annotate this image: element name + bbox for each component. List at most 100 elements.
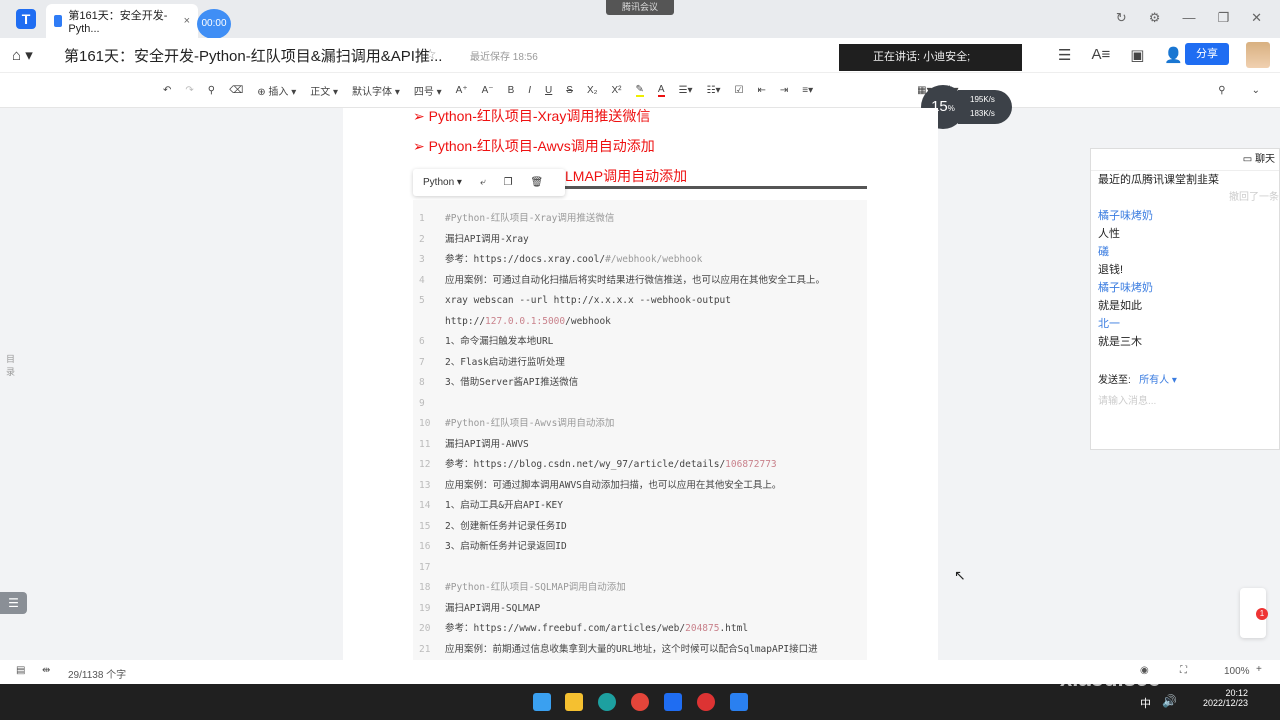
code-token: 应用案例：前期通过信息收集拿到大量的URL地址，这个时候可以配合SqlmapAP… bbox=[445, 643, 818, 655]
font-color-icon[interactable]: A bbox=[657, 84, 665, 97]
line-number: 4 bbox=[419, 274, 425, 286]
language-select[interactable]: Python ▾ bbox=[423, 177, 462, 188]
subscript-icon[interactable]: X₂ bbox=[587, 85, 598, 96]
chat-nickname[interactable]: 北一 bbox=[1091, 315, 1279, 333]
refresh-icon[interactable]: ↻ bbox=[1116, 10, 1127, 26]
heading-sqlmap: LMAP调用自动添加 bbox=[565, 168, 688, 184]
close-icon[interactable]: ✕ bbox=[1251, 10, 1262, 26]
delete-icon[interactable]: 🗑 bbox=[531, 177, 544, 188]
superscript-icon[interactable]: X² bbox=[612, 85, 622, 96]
chrome-icon[interactable] bbox=[631, 693, 649, 711]
code-text: 3、启动新任务并记录返回ID bbox=[445, 537, 567, 558]
present-icon[interactable]: ▣ bbox=[1130, 46, 1144, 64]
font-grow-icon[interactable]: A⁺ bbox=[456, 85, 468, 96]
font-select[interactable]: 默认字体 ▾ bbox=[352, 83, 400, 98]
line-number: 5 bbox=[419, 295, 425, 306]
fullscreen-icon[interactable]: ⛶ bbox=[1180, 665, 1187, 676]
word-count[interactable]: 29/1138 个字 bbox=[68, 666, 126, 681]
highlight-icon[interactable]: ✎ bbox=[635, 84, 644, 97]
app-logo-icon[interactable]: T bbox=[16, 9, 36, 29]
collaborators-icon[interactable]: 👤 bbox=[1164, 46, 1183, 64]
outline-view-icon[interactable]: ▤ bbox=[16, 665, 25, 676]
star-icon[interactable]: ☆ bbox=[424, 46, 437, 63]
floating-helper[interactable]: 1 bbox=[1240, 588, 1268, 638]
line-number bbox=[413, 312, 445, 333]
checklist-icon[interactable]: ☑ bbox=[735, 85, 744, 96]
tencent-docs-icon[interactable] bbox=[664, 693, 682, 711]
copy-icon[interactable]: ❐ bbox=[504, 177, 513, 188]
format-painter-icon[interactable]: ⚲ bbox=[208, 85, 215, 96]
italic-icon[interactable]: I bbox=[528, 85, 531, 96]
code-block-toolbar: Python ▾ ⤶ ❐ 🗑 bbox=[413, 169, 565, 196]
document-tab[interactable]: 第161天：安全开发-Pyth... × bbox=[46, 4, 198, 38]
toc-toggle[interactable]: 目录 bbox=[6, 352, 20, 378]
meeting-indicator[interactable]: 腾讯会议 bbox=[606, 0, 674, 15]
code-text: 3、借助Server酱API推送微信 bbox=[445, 373, 578, 394]
wrap-icon[interactable]: ⤶ bbox=[480, 177, 486, 188]
avatar[interactable] bbox=[1246, 42, 1270, 68]
start-icon[interactable] bbox=[533, 693, 551, 711]
code-token: http:// bbox=[445, 315, 486, 327]
page-view-icon[interactable]: ⇹ bbox=[42, 665, 50, 676]
timer-badge[interactable]: 00:00 bbox=[197, 9, 231, 39]
meeting-app-icon[interactable] bbox=[730, 693, 748, 711]
recipient-select[interactable]: 所有人 ▾ bbox=[1139, 375, 1177, 386]
font-shrink-icon[interactable]: A⁻ bbox=[482, 85, 494, 96]
outline-icon[interactable]: ☰ bbox=[0, 592, 27, 614]
line-number: 2 bbox=[419, 233, 425, 245]
line-number: 10 bbox=[419, 418, 431, 429]
date: 2022/12/23 bbox=[1202, 698, 1248, 708]
chat-nickname[interactable]: 礒 bbox=[1091, 243, 1279, 261]
line-number: 14 bbox=[419, 500, 431, 511]
indent-icon[interactable]: ⇥ bbox=[780, 85, 788, 96]
redo-icon[interactable]: ↷ bbox=[185, 85, 193, 96]
align-icon[interactable]: ≡▾ bbox=[802, 85, 813, 96]
underline-icon[interactable]: U bbox=[545, 85, 552, 96]
code-line: 18 #Python-红队项目-SQLMAP调用自动添加 bbox=[413, 578, 867, 599]
menu-icon[interactable]: ☰ bbox=[1058, 46, 1071, 64]
code-token: 应用案例：可通过脚本调用AWVS自动添加扫描，也可以应用在其他安全工具上。 bbox=[445, 479, 782, 491]
search-icon[interactable]: ⚲ bbox=[1218, 85, 1225, 96]
document-title[interactable]: 第161天：安全开发-Python-红队项目&漏扫调用&API推... bbox=[64, 45, 442, 66]
zoom-level[interactable]: 100% bbox=[1224, 666, 1250, 677]
bold-icon[interactable]: B bbox=[508, 85, 515, 96]
gear-icon[interactable]: ⚙ bbox=[1149, 10, 1161, 26]
file-explorer-icon[interactable] bbox=[565, 693, 583, 711]
outdent-icon[interactable]: ⇤ bbox=[758, 85, 766, 96]
close-tab-icon[interactable]: × bbox=[184, 15, 190, 27]
undo-icon[interactable]: ↶ bbox=[163, 85, 171, 96]
code-line: 7 2、Flask启动进行监听处理 bbox=[413, 353, 867, 374]
chat-nickname[interactable]: 橘子味烤奶 bbox=[1091, 207, 1279, 225]
style-select[interactable]: 正文 ▾ bbox=[310, 83, 338, 98]
ime-indicator[interactable]: 中 bbox=[1140, 695, 1151, 711]
send-to-label: 发送至: bbox=[1098, 375, 1131, 386]
code-token: 204875 bbox=[685, 623, 720, 634]
strikethrough-icon[interactable]: S bbox=[566, 85, 573, 96]
insert-button[interactable]: ⊕ 插入 ▾ bbox=[257, 83, 296, 98]
size-select[interactable]: 四号 ▾ bbox=[414, 83, 442, 98]
clear-format-icon[interactable]: ⌫ bbox=[229, 85, 243, 96]
code-block[interactable]: 1 #Python-红队项目-Xray调用推送微信 2 漏扫API调用-Xray 3 参考… bbox=[413, 200, 867, 660]
speaking-banner: 正在讲话: 小迪安全; bbox=[839, 44, 1022, 71]
chat-nickname[interactable]: 橘子味烤奶 bbox=[1091, 279, 1279, 297]
send-to-row: 发送至: 所有人 ▾ bbox=[1091, 371, 1279, 386]
clock[interactable]: 20:12 2022/12/23 bbox=[1200, 688, 1248, 708]
code-token: 2、Flask启动进行监听处理 bbox=[445, 356, 565, 368]
code-text: 应用案例：可通过脚本调用AWVS自动添加扫描，也可以应用在其他安全工具上。 bbox=[445, 476, 781, 497]
volume-icon[interactable]: 🔊 bbox=[1162, 694, 1177, 708]
code-line: 4 应用案例：可通过自动化扫描后将实时结果进行微信推送，也可以应用在其他安全工具上… bbox=[413, 271, 867, 292]
home-icon[interactable]: ⌂ ▾ bbox=[12, 46, 33, 64]
chat-input[interactable]: 请输入消息... bbox=[1091, 386, 1279, 413]
edge-icon[interactable] bbox=[598, 693, 616, 711]
cpu-unit: % bbox=[947, 104, 955, 113]
bullet-list-icon[interactable]: ☰▾ bbox=[679, 85, 693, 96]
numbered-list-icon[interactable]: ☷▾ bbox=[707, 85, 721, 96]
app-icon[interactable] bbox=[697, 693, 715, 711]
share-button[interactable]: 分享 bbox=[1185, 43, 1229, 65]
zoom-in-icon[interactable]: + bbox=[1256, 664, 1262, 675]
text-format-icon[interactable]: A≡ bbox=[1091, 46, 1110, 64]
minimize-icon[interactable]: — bbox=[1182, 10, 1195, 26]
restore-icon[interactable]: ❐ bbox=[1217, 10, 1229, 26]
code-line: 8 3、借助Server酱API推送微信 bbox=[413, 373, 867, 394]
chevron-down-icon[interactable]: ⌄ bbox=[1252, 85, 1260, 96]
